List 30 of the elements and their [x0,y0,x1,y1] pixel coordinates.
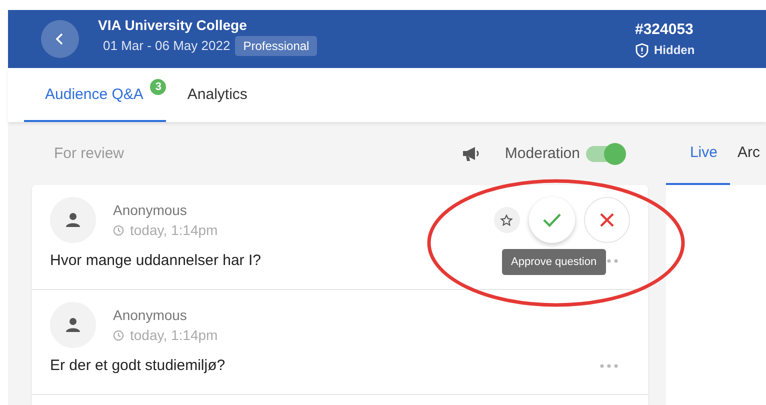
plan-badge: Professional [235,36,318,56]
shield-alert-icon [635,42,649,58]
moderation-label: Moderation [504,145,580,162]
author-name: Anonymous [113,202,188,218]
question-time: today, 1:14pm [130,327,218,343]
question-time: today, 1:14pm [130,222,218,238]
event-dates: 01 Mar - 06 May 2022 [103,38,230,53]
star-button[interactable] [494,207,520,233]
avatar-icon [50,197,96,243]
star-icon [500,214,514,226]
back-button[interactable] [41,20,79,58]
moderation-toggle[interactable] [586,146,624,162]
check-icon [542,212,562,228]
close-icon [598,212,615,228]
filter-label: For review [54,145,124,162]
clock-icon [113,224,124,236]
visibility-label: Hidden [654,43,695,57]
event-code: #324053 [635,20,694,38]
author-name: Anonymous [113,307,188,323]
reject-button[interactable] [584,197,630,243]
avatar-icon [50,302,96,348]
tab[interactable]: Arc [730,122,766,185]
approve-button[interactable] [528,197,575,243]
question-text: Hvor mange uddannelser har I? [50,252,261,269]
tooltip: Approve question [502,249,606,275]
tab[interactable]: Analytics [166,68,262,122]
question-text: Er der et godt studiemiljø? [50,357,226,374]
count-badge: 3 [150,79,166,95]
clock-icon [113,330,124,340]
event-title: VIA University College [98,16,248,32]
